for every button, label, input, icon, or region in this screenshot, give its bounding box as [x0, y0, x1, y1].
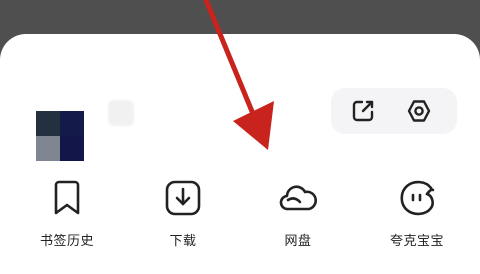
shortcut-grid: 书签历史 下载 网盘 夸克宝宝 — [0, 176, 480, 256]
quark-baby-label: 夸克宝宝 — [389, 234, 444, 249]
downloads-button[interactable]: 下载 — [128, 176, 238, 256]
quark-baby-button[interactable]: 夸克宝宝 — [362, 176, 472, 256]
bookmarks-history-label: 书签历史 — [39, 234, 94, 249]
bookmark-icon — [54, 180, 80, 215]
netdisk-label: 网盘 — [284, 234, 312, 249]
username-blurred[interactable] — [108, 100, 134, 126]
downloads-label: 下载 — [169, 234, 197, 249]
download-icon — [165, 180, 201, 216]
settings-icon[interactable] — [406, 98, 432, 124]
edit-icon[interactable] — [350, 98, 376, 124]
netdisk-button[interactable]: 网盘 — [243, 176, 353, 256]
assistant-face-icon — [400, 180, 435, 216]
avatar[interactable] — [36, 111, 84, 161]
bookmarks-history-button[interactable]: 书签历史 — [12, 176, 122, 256]
quick-tools-pill — [331, 88, 457, 134]
cloud-icon — [279, 185, 318, 211]
